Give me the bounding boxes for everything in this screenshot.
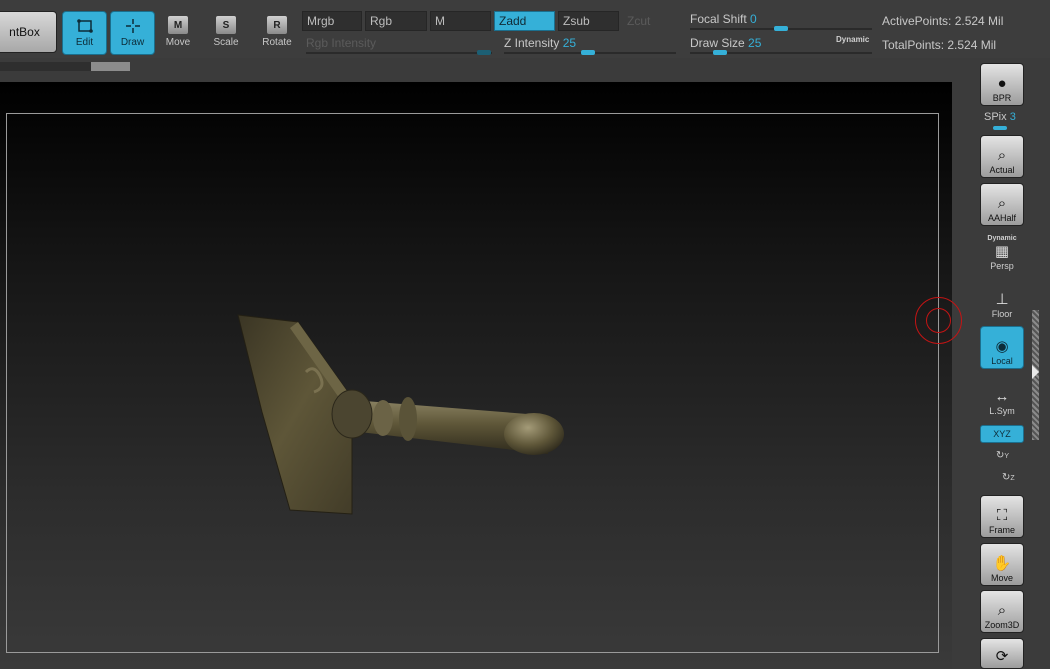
move-icon: M [168, 16, 188, 34]
actual-icon: ⌕ [997, 147, 1007, 164]
frame-button[interactable]: ⛶ Frame [980, 495, 1024, 538]
scale-icon: S [216, 16, 236, 34]
local-icon: ◉ [995, 338, 1009, 355]
rotate-z-button[interactable]: ↻Z [1002, 472, 1015, 483]
frame-icon: ⛶ [996, 507, 1008, 524]
frame-label: Frame [988, 525, 1015, 535]
rotate-y-button[interactable]: ↻Y [996, 450, 1009, 461]
zoom3d-icon: ⌕ [997, 602, 1007, 619]
edit-button[interactable]: Edit [62, 11, 107, 55]
draw-button[interactable]: Draw [110, 11, 155, 55]
scale-button[interactable]: S Scale [204, 16, 248, 54]
focal-shift-slider[interactable]: Focal Shift 0 [690, 12, 757, 26]
m-button[interactable]: M [430, 11, 491, 31]
focal-shift-value: 0 [750, 12, 757, 26]
rotate-icon: R [267, 16, 287, 34]
scale-label: Scale [213, 37, 239, 48]
viewport-canvas[interactable] [0, 82, 952, 669]
zoom3d-label: Zoom3D [984, 620, 1020, 630]
spix-slider[interactable]: SPix 3 [984, 111, 1016, 123]
persp-icon: ▦ [994, 243, 1010, 260]
draw-size-slider[interactable]: Draw Size 25 [690, 36, 761, 50]
edit-label: Edit [75, 37, 94, 48]
shovel-model[interactable] [0, 82, 952, 669]
bpr-label: BPR [992, 93, 1012, 103]
aahalf-label: AAHalf [987, 213, 1016, 223]
floor-button[interactable]: ⊥ Floor [980, 278, 1024, 321]
spix-knob[interactable] [993, 126, 1007, 130]
floor-label: Floor [991, 309, 1013, 319]
spix-label: SPix [984, 111, 1007, 123]
rgb-button[interactable]: Rgb [365, 11, 427, 31]
move-button[interactable]: M Move [156, 16, 200, 54]
rotate-label: Rotate [262, 37, 292, 48]
move-view-label: Move [990, 573, 1013, 583]
draw-size-value: 25 [748, 36, 762, 50]
focal-shift-knob[interactable] [774, 26, 788, 31]
rotate-view-button[interactable]: ⟳ [980, 638, 1024, 669]
floor-icon: ⊥ [995, 291, 1009, 308]
right-shelf: ● BPR SPix 3 ⌕ Actual ⌕ AAHalf Dynamic ▦… [978, 58, 1028, 669]
aahalf-button[interactable]: ⌕ AAHalf [980, 183, 1024, 226]
rgb-intensity-slider[interactable]: Rgb Intensity [306, 36, 376, 50]
rotate-y-label: Y [1004, 453, 1010, 460]
xyz-rotate-button[interactable]: XYZ [980, 425, 1024, 443]
mrgb-button[interactable]: Mrgb [302, 11, 362, 31]
persp-dynamic-label: Dynamic [987, 235, 1017, 242]
rgb-intensity-track [306, 52, 492, 54]
lsym-label: L.Sym [989, 406, 1015, 416]
zoom3d-button[interactable]: ⌕ Zoom3D [980, 590, 1024, 633]
z-intensity-label: Z Intensity [504, 36, 560, 50]
rgb-intensity-knob[interactable] [477, 50, 491, 55]
local-label: Local [991, 356, 1013, 366]
rotate-button[interactable]: R Rotate [255, 16, 299, 54]
local-button[interactable]: ◉ Local [980, 326, 1024, 369]
zcut-button[interactable]: Zcut [622, 11, 676, 31]
z-intensity-knob[interactable] [581, 50, 595, 55]
hand-icon: ✋ [992, 555, 1012, 572]
persp-label: Persp [990, 261, 1014, 271]
actual-button[interactable]: ⌕ Actual [980, 135, 1024, 178]
brush-cursor-inner [926, 308, 951, 333]
rgb-intensity-label: Rgb Intensity [306, 36, 377, 50]
progress-strip-thumb[interactable] [91, 62, 130, 71]
top-toolbar: ntBox Edit Draw M Move S Scale R Rotate … [0, 0, 1050, 58]
lsym-button[interactable]: ↔ L.Sym [980, 375, 1024, 418]
draw-icon [125, 19, 140, 33]
tray-collapse-arrow[interactable] [1032, 365, 1039, 379]
draw-size-label: Draw Size [690, 36, 745, 50]
active-points: ActivePoints: 2.524 Mil [882, 14, 1004, 28]
aahalf-icon: ⌕ [997, 195, 1007, 212]
rotate-view-icon: ⟳ [995, 648, 1009, 665]
draw-size-knob[interactable] [713, 50, 727, 55]
zbrush-window: ntBox Edit Draw M Move S Scale R Rotate … [0, 0, 1050, 669]
lightbox-button[interactable]: ntBox [0, 11, 57, 53]
move-view-button[interactable]: ✋ Move [980, 543, 1024, 586]
z-intensity-value: 25 [562, 36, 577, 50]
z-intensity-slider[interactable]: Z Intensity 25 [504, 36, 576, 50]
edit-icon [76, 19, 93, 33]
dynamic-toggle[interactable]: Dynamic [836, 35, 869, 44]
persp-button[interactable]: Dynamic ▦ Persp [980, 230, 1024, 273]
lsym-icon: ↔ [994, 388, 1010, 405]
bpr-button[interactable]: ● BPR [980, 63, 1024, 106]
draw-label: Draw [120, 37, 145, 48]
total-points: TotalPoints: 2.524 Mil [882, 38, 997, 52]
focal-shift-label: Focal Shift [690, 12, 747, 26]
lightbox-label: ntBox [9, 25, 40, 39]
spix-value: 3 [1009, 111, 1016, 123]
move-label: Move [165, 37, 191, 48]
rotate-z-label: Z [1010, 475, 1015, 482]
actual-label: Actual [989, 165, 1015, 175]
zadd-button[interactable]: Zadd [494, 11, 555, 31]
bpr-icon: ● [997, 75, 1007, 92]
zsub-button[interactable]: Zsub [558, 11, 619, 31]
